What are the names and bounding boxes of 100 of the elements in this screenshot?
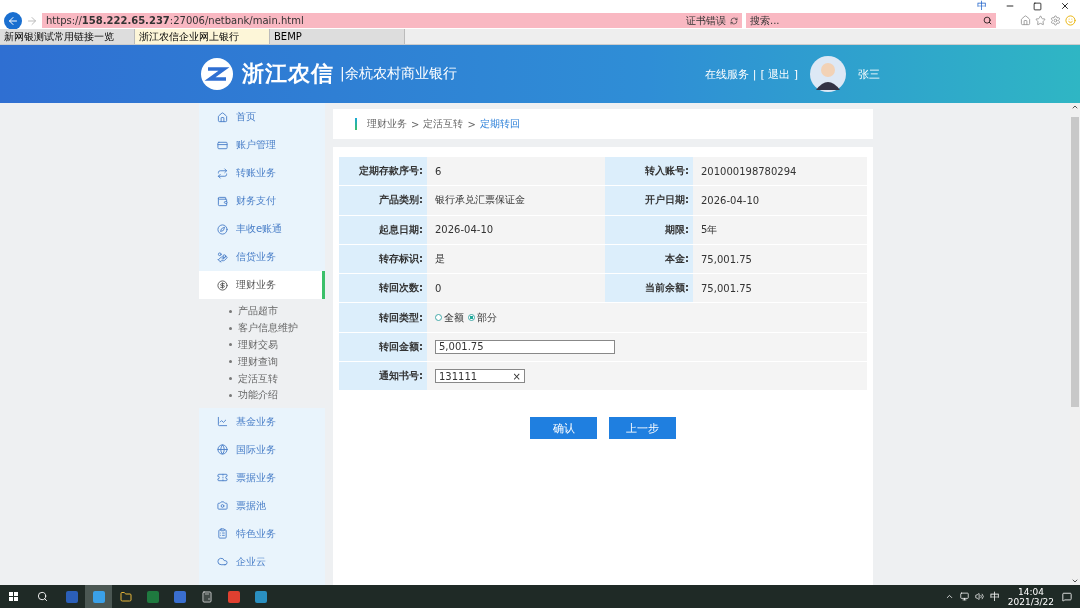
- field-value: 2026-04-10: [427, 215, 605, 244]
- sidebar-item[interactable]: 丰收e账通: [199, 215, 325, 243]
- menu-icon: [217, 528, 228, 540]
- submenu-item[interactable]: 定活互转: [199, 370, 325, 387]
- browser-tab[interactable]: 新网银测试常用链接一览: [0, 29, 135, 44]
- menu-icon: [217, 251, 228, 263]
- scroll-down-icon[interactable]: [1071, 577, 1079, 585]
- field-label: 转入账号:: [605, 157, 693, 186]
- field-label: 当前余额:: [605, 274, 693, 303]
- close-icon[interactable]: [1060, 1, 1070, 11]
- field-label: 转回类型:: [339, 303, 427, 332]
- field-label: 期限:: [605, 215, 693, 244]
- field-value: 75,001.75: [693, 244, 867, 274]
- sidebar-item[interactable]: 基金业务: [199, 407, 325, 436]
- breadcrumb-separator: >: [411, 118, 420, 130]
- field-label: 定期存款序号:: [339, 157, 427, 186]
- clear-button[interactable]: ×: [512, 370, 521, 382]
- sidebar-item[interactable]: 票据业务: [199, 463, 325, 492]
- submenu-item[interactable]: 产品超市: [199, 303, 325, 320]
- star-icon[interactable]: [1035, 15, 1046, 26]
- notification-icon[interactable]: [1062, 591, 1072, 602]
- field-label: 产品类别:: [339, 186, 427, 215]
- amount-input[interactable]: 5,001.75: [435, 339, 615, 354]
- radio-option[interactable]: 部分: [468, 310, 497, 325]
- breadcrumb-item[interactable]: 定活互转: [423, 117, 464, 131]
- field-value: 2026-04-10: [693, 186, 867, 215]
- menu-icon: [217, 472, 228, 484]
- address-bar[interactable]: https://158.222.65.237:27006/netbank/main.html 证书错误: [42, 13, 742, 28]
- sidebar-item[interactable]: 财务支付: [199, 187, 325, 215]
- refresh-icon[interactable]: [730, 16, 738, 25]
- tray-chevron-icon[interactable]: [944, 592, 954, 601]
- sidebar-item[interactable]: 国际业务: [199, 435, 325, 464]
- separator-text: |: [752, 67, 757, 81]
- ime-toolbar[interactable]: 中: [977, 0, 987, 12]
- breadcrumb-item[interactable]: 理财业务: [367, 117, 407, 131]
- field-value: 6: [427, 157, 605, 186]
- submenu-item[interactable]: 理财交易: [199, 336, 325, 354]
- field-label: 转存标识:: [339, 244, 427, 274]
- radio-option[interactable]: 全额: [435, 310, 464, 325]
- submenu-item[interactable]: 客户信息维护: [199, 319, 325, 337]
- confirm-button[interactable]: 确认: [530, 417, 597, 440]
- menu-icon: [217, 556, 228, 568]
- submenu-item[interactable]: 功能介绍: [199, 387, 325, 404]
- menu-icon: [217, 416, 228, 428]
- menu-icon: [217, 279, 228, 291]
- sidebar-item[interactable]: 票据池: [199, 491, 325, 520]
- user-name: 张三: [858, 66, 880, 82]
- sidebar-item[interactable]: 信贷业务: [199, 243, 325, 271]
- browser-tab[interactable]: BEMP: [270, 29, 405, 44]
- search-icon[interactable]: [983, 16, 992, 25]
- sidebar-item[interactable]: 理财业务: [199, 271, 325, 299]
- field-label: 转回金额:: [339, 332, 427, 362]
- clock[interactable]: 14:04 2021/3/22: [1007, 586, 1054, 607]
- notice-number-input[interactable]: 131111 ×: [435, 369, 525, 384]
- submenu-item[interactable]: 理财查询: [199, 353, 325, 371]
- field-label: 本金:: [605, 244, 693, 274]
- field-label: 转回次数:: [339, 274, 427, 303]
- field-value: 银行承兑汇票保证金: [427, 186, 605, 215]
- field-value: 是: [427, 244, 605, 274]
- maximize-icon[interactable]: [1033, 1, 1042, 11]
- network-icon[interactable]: [959, 592, 969, 601]
- volume-icon[interactable]: [974, 592, 984, 601]
- online-service-link[interactable]: 在线服务: [704, 66, 749, 82]
- menu-icon: [217, 500, 228, 512]
- field-value: 0: [427, 274, 605, 303]
- menu-icon: [217, 195, 228, 207]
- back-step-button[interactable]: 上一步: [609, 417, 676, 440]
- menu-icon: [217, 139, 228, 151]
- browser-tab[interactable]: 浙江农信企业网上银行: [135, 29, 270, 44]
- certificate-error[interactable]: 证书错误: [686, 13, 726, 28]
- field-value: 75,001.75: [693, 274, 867, 303]
- sidebar-item[interactable]: 企业云: [199, 547, 325, 576]
- sidebar-item[interactable]: 账户管理: [199, 131, 325, 159]
- menu-icon: [217, 223, 228, 235]
- home-icon[interactable]: [1020, 15, 1031, 26]
- breadcrumb-item: 定期转回: [479, 117, 520, 131]
- logout-link[interactable]: [ 退出 ]: [760, 66, 798, 82]
- arrow-left-icon: [7, 14, 19, 27]
- settings-icon[interactable]: [1050, 15, 1061, 26]
- menu-icon: [217, 111, 228, 123]
- url-text: https://158.222.65.237:27006/netbank/main.html: [46, 15, 304, 26]
- field-label: 起息日期:: [339, 215, 427, 244]
- sidebar-item[interactable]: 特色业务: [199, 519, 325, 548]
- back-button[interactable]: [4, 11, 22, 30]
- ime-indicator[interactable]: 中: [989, 589, 1000, 604]
- menu-icon: [217, 444, 228, 456]
- bank-subtitle: |余杭农村商业银行: [340, 65, 457, 83]
- scroll-up-icon[interactable]: [1071, 103, 1079, 111]
- field-label: 通知书号:: [339, 362, 427, 391]
- breadcrumb-separator: >: [467, 118, 476, 130]
- sidebar-item[interactable]: 首页: [199, 103, 325, 131]
- taskbar-app-icon[interactable]: [85, 585, 112, 608]
- field-value: 201000198780294: [693, 157, 867, 186]
- search-field[interactable]: 搜索...: [746, 13, 996, 28]
- field-label: 开户日期:: [605, 186, 693, 215]
- sidebar-item[interactable]: 转账业务: [199, 159, 325, 187]
- scrollbar[interactable]: [1070, 103, 1080, 585]
- field-value: 5年: [693, 215, 867, 244]
- menu-icon: [217, 167, 228, 179]
- avatar-icon: [810, 56, 846, 92]
